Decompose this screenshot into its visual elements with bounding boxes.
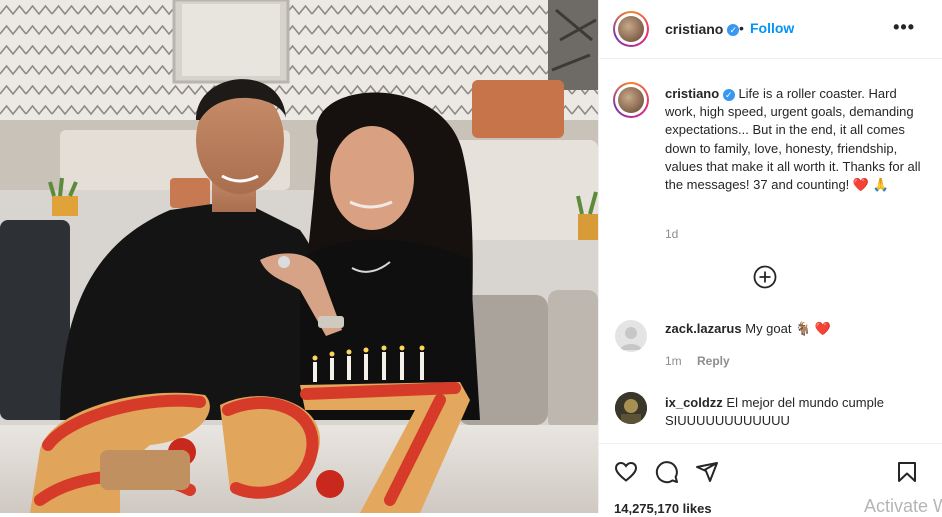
header-username-link[interactable]: cristiano ✓ (665, 21, 740, 37)
more-options-icon[interactable]: ••• (893, 17, 915, 38)
post-header: cristiano ✓ • Follow ••• (599, 0, 942, 59)
caption-emoji: ❤️ 🙏 (852, 177, 889, 193)
comment-avatar-1[interactable] (615, 320, 647, 352)
bookmark-icon[interactable] (895, 460, 919, 484)
verified-badge-icon: ✓ (722, 88, 735, 101)
profile-avatar[interactable] (613, 11, 649, 47)
comment-icon[interactable] (655, 460, 679, 484)
windows-activation-watermark: Activate W (864, 496, 942, 516)
plus-circle-icon[interactable] (753, 265, 777, 289)
comment-2: ix_coldzz El mejor del mundo cumple SIUU… (665, 394, 927, 430)
post-caption: cristiano ✓ Life is a roller coaster. Ha… (665, 85, 927, 194)
post-image (0, 0, 598, 513)
comment-avatar-2[interactable] (615, 392, 647, 424)
likes-count[interactable]: 14,275,170 likes (614, 501, 712, 516)
user-avatar-image (615, 392, 647, 424)
default-avatar-icon (620, 327, 642, 350)
caption-timestamp[interactable]: 1d (665, 227, 678, 241)
follow-button[interactable]: Follow (750, 20, 794, 36)
comment-1-meta: 1m Reply (665, 354, 730, 368)
paper-plane-icon[interactable] (695, 460, 719, 484)
comment-1-text: My goat 🐐 ❤️ (745, 321, 832, 336)
caption-avatar[interactable] (613, 82, 649, 118)
post-photo[interactable] (0, 0, 598, 513)
header-separator: • (739, 20, 744, 36)
comment-1-reply-button[interactable]: Reply (697, 354, 730, 368)
verified-badge-icon: ✓ (727, 24, 740, 37)
post-side-panel: cristiano ✓ • Follow ••• cristiano ✓ Lif… (598, 0, 942, 516)
header-username[interactable]: cristiano (665, 21, 723, 37)
comment-1: zack.lazarus My goat 🐐 ❤️ (665, 320, 831, 338)
comment-1-time[interactable]: 1m (665, 354, 682, 368)
comment-2-username[interactable]: ix_coldzz (665, 395, 723, 410)
caption-username[interactable]: cristiano (665, 86, 719, 101)
heart-icon[interactable] (614, 460, 638, 484)
comment-1-username[interactable]: zack.lazarus (665, 321, 742, 336)
